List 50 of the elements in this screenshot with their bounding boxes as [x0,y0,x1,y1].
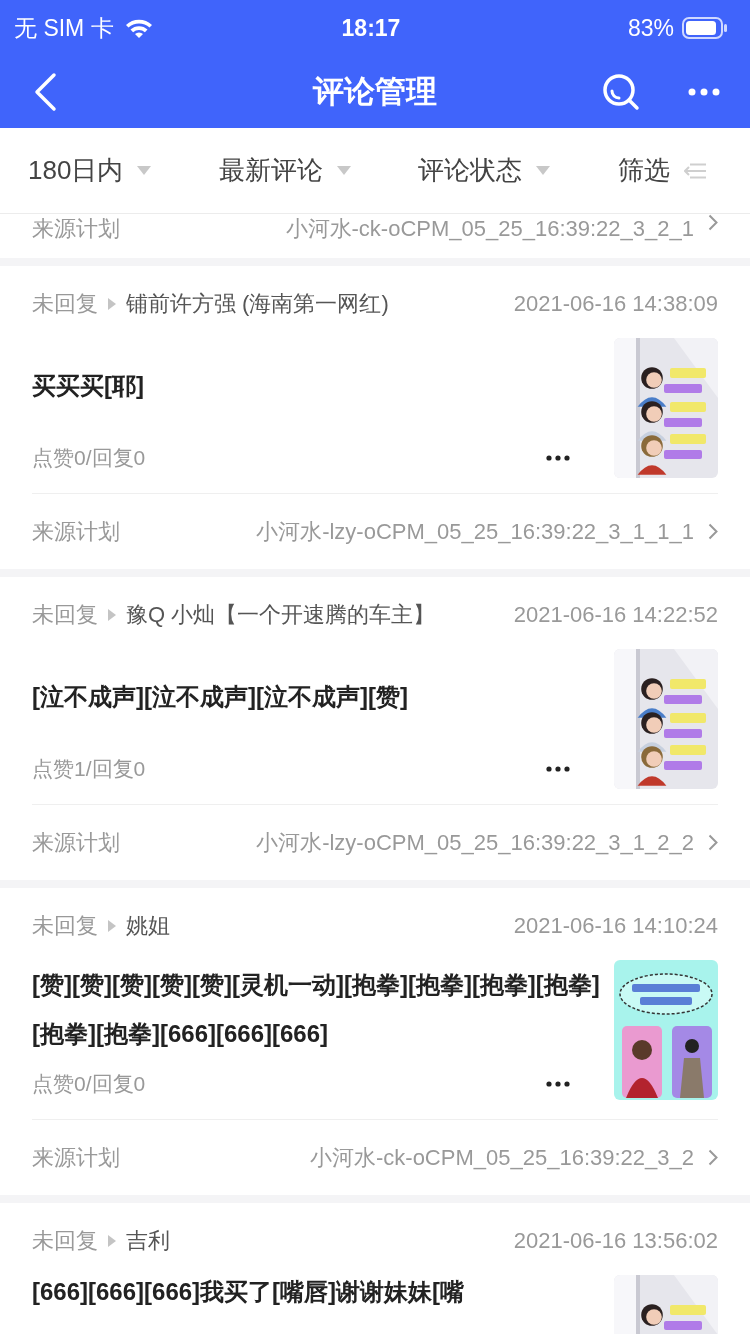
reply-status: 未回复 [32,601,98,629]
filter-lines-icon [684,162,706,179]
comment-time: 2021-06-16 13:56:02 [513,1228,718,1254]
play-arrow-icon [108,1235,116,1247]
play-arrow-icon [108,298,116,310]
comment-text: [泣不成声][泣不成声][泣不成声][赞] [32,681,408,712]
reply-status: 未回复 [32,290,98,318]
comment-text: [666][666][666]我买了[嘴唇]谢谢妹妹[嘴 [32,1277,465,1307]
comment-text: [赞][赞][赞][赞][赞][灵机一动][抱拳][抱拳][抱拳][抱拳][抱拳][抱拳][666][666][666] [32,970,601,1049]
back-icon[interactable] [32,72,58,112]
source-label: 来源计划 [32,828,120,857]
battery-label: 83% [627,14,674,42]
search-icon[interactable] [602,73,640,111]
comment-time: 2021-06-16 14:10:24 [513,913,718,939]
author-name: 姚姐 [126,912,170,940]
comment-text: 买买买[耶] [32,370,144,401]
filter-button[interactable]: 筛选 [618,153,706,188]
filter-dropdown[interactable]: 评论状态 [418,153,551,188]
wifi-icon [123,17,154,39]
chevron-right-icon[interactable] [708,523,718,540]
author-name: 豫Q 小灿【一个开速腾的车主】 [126,601,436,629]
dropdown-arrow-icon [536,166,551,175]
like-reply-count: 点赞1/回复0 [32,756,146,782]
filter-dropdown[interactable]: 180日内 [28,153,152,188]
time-label: 18:17 [340,14,402,42]
page-title: 评论管理 [311,73,438,111]
comment-time: 2021-06-16 14:38:09 [513,291,718,317]
dropdown-arrow-icon [336,166,351,175]
chevron-right-icon[interactable] [708,214,718,231]
like-reply-count: 点赞0/回复0 [32,1071,146,1097]
source-label: 来源计划 [32,1143,120,1172]
more-icon[interactable] [546,766,570,772]
dropdown-arrow-icon [137,166,152,175]
chevron-right-icon[interactable] [708,1149,718,1166]
filter-dropdown[interactable]: 最新评论 [218,153,351,188]
author-name: 铺前许方强 (海南第一网红) [126,290,389,318]
author-name: 吉利 [126,1227,170,1255]
like-reply-count: 点赞0/回复0 [32,445,146,471]
chevron-right-icon[interactable] [708,834,718,851]
reply-status: 未回复 [32,1227,98,1255]
more-icon[interactable] [546,1081,570,1087]
source-label: 来源计划 [32,215,120,243]
more-icon[interactable] [546,455,570,461]
play-arrow-icon [108,920,116,932]
play-arrow-icon [108,609,116,621]
reply-status: 未回复 [32,912,98,940]
battery-icon [682,17,728,39]
comment-time: 2021-06-16 14:22:52 [513,602,718,628]
carrier-label: 无 SIM 卡 [14,13,114,43]
source-label: 来源计划 [32,517,120,546]
